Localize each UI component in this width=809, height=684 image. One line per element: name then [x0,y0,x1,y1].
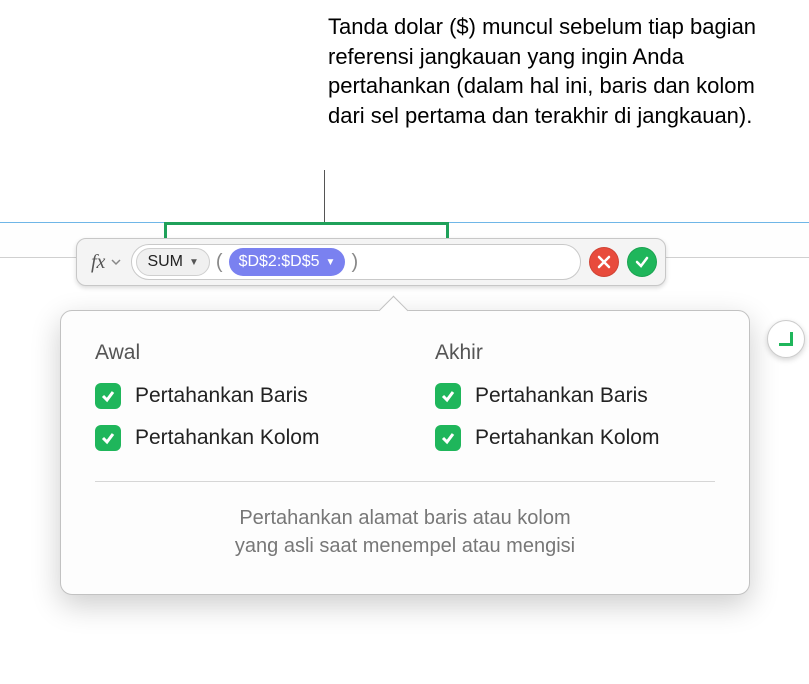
check-icon [635,255,649,269]
chevron-down-icon [111,257,121,267]
fx-dropdown[interactable] [111,257,121,267]
preserve-reference-popover: Awal Pertahankan Baris Pertahankan Kolom… [60,310,750,595]
chevron-down-icon: ▼ [326,257,336,268]
checkbox-label: Pertahankan Baris [475,384,648,408]
check-icon [440,430,456,446]
formula-input[interactable]: SUM ▼ ( $D$2:$D$5 ▼ ) [131,244,581,280]
checkbox-label: Pertahankan Kolom [475,426,659,450]
range-reference-text: $D$2:$D$5 [239,253,320,271]
start-section: Awal Pertahankan Baris Pertahankan Kolom [95,341,375,467]
end-heading: Akhir [435,341,715,365]
checkbox-checked[interactable] [435,383,461,409]
check-icon [100,430,116,446]
end-preserve-row-option[interactable]: Pertahankan Baris [435,383,715,409]
open-paren: ( [214,251,225,274]
checkbox-checked[interactable] [95,425,121,451]
formula-editor: fx SUM ▼ ( $D$2:$D$5 ▼ ) [76,238,666,286]
close-paren: ) [349,251,360,274]
start-preserve-row-option[interactable]: Pertahankan Baris [95,383,375,409]
range-reference-token[interactable]: $D$2:$D$5 ▼ [229,248,346,276]
help-text-line: yang asli saat menempel atau mengisi [135,532,675,560]
fx-label: fx [91,251,105,274]
corner-icon [779,332,793,346]
check-icon [100,388,116,404]
function-name: SUM [147,253,183,271]
help-text-line: Pertahankan alamat baris atau kolom [135,504,675,532]
cancel-button[interactable] [589,247,619,277]
checkbox-label: Pertahankan Baris [135,384,308,408]
checkbox-checked[interactable] [95,383,121,409]
start-preserve-col-option[interactable]: Pertahankan Kolom [95,425,375,451]
checkbox-checked[interactable] [435,425,461,451]
insert-indicator[interactable] [767,320,805,358]
chevron-down-icon: ▼ [189,257,199,268]
popover-help-text: Pertahankan alamat baris atau kolom yang… [95,504,715,560]
annotation-text: Tanda dolar ($) muncul sebelum tiap bagi… [328,12,758,131]
end-preserve-col-option[interactable]: Pertahankan Kolom [435,425,715,451]
start-heading: Awal [95,341,375,365]
function-token[interactable]: SUM ▼ [136,248,209,276]
end-section: Akhir Pertahankan Baris Pertahankan Kolo… [435,341,715,467]
divider [95,481,715,482]
close-icon [597,255,611,269]
check-icon [440,388,456,404]
checkbox-label: Pertahankan Kolom [135,426,319,450]
confirm-button[interactable] [627,247,657,277]
